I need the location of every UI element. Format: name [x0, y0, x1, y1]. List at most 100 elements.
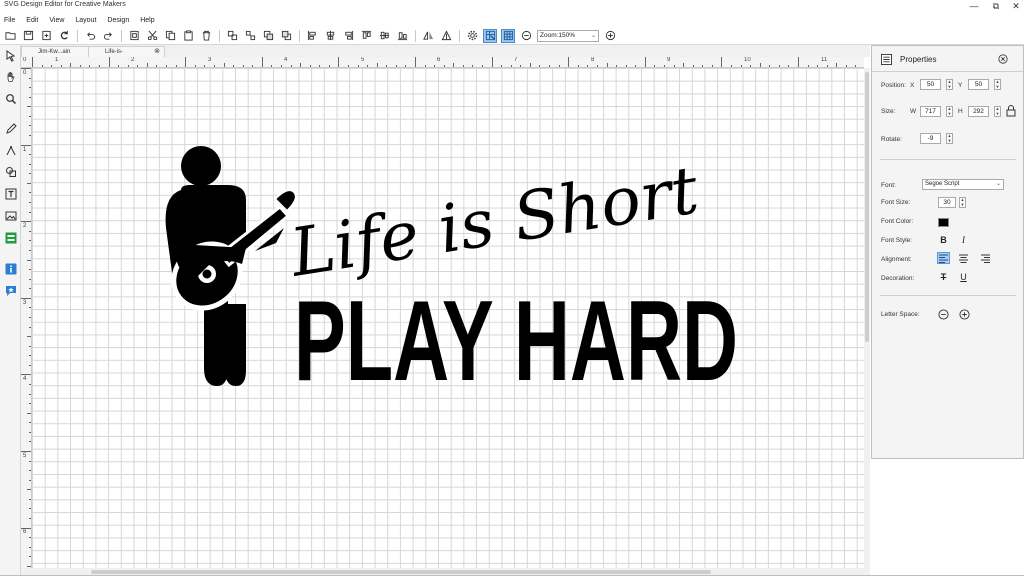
x-label: X: [910, 82, 915, 89]
document-tabs: Jim-Kw...ain ⊗ Life-is- ⊗: [21, 45, 870, 57]
toolbar-separator: [299, 29, 300, 42]
bold-text-line[interactable]: PLAY HARD: [294, 278, 738, 405]
scroll-thumb[interactable]: [865, 72, 869, 342]
font-color-swatch[interactable]: [938, 218, 949, 227]
pan-tool[interactable]: [3, 69, 18, 84]
copy-button[interactable]: [163, 29, 177, 43]
ruler-label: 7: [514, 57, 518, 63]
position-y-input[interactable]: 50: [968, 79, 989, 90]
send-back-button[interactable]: [279, 29, 293, 43]
height-stepper[interactable]: ▲ ▼: [994, 106, 1001, 117]
position-x-input[interactable]: 50: [920, 79, 941, 90]
select-tool[interactable]: [3, 48, 18, 63]
align-center-button[interactable]: [323, 29, 337, 43]
group-button[interactable]: [225, 29, 239, 43]
rotate-input[interactable]: -9: [920, 133, 941, 144]
close-panel-icon[interactable]: [998, 54, 1008, 64]
plus-circle-icon: [605, 30, 615, 41]
guitarist-figure[interactable]: [161, 146, 297, 386]
design-canvas[interactable]: Life is Short PLAY HARD: [32, 68, 864, 568]
position-x-stepper[interactable]: ▲ ▼: [946, 79, 953, 90]
zoom-select[interactable]: Zoom:150% ⌄: [537, 29, 599, 42]
scissors-icon: [147, 30, 157, 41]
open-button[interactable]: [3, 29, 17, 43]
paste-button[interactable]: [181, 29, 195, 43]
toolbar-separator: [77, 29, 78, 42]
menu-help[interactable]: Help: [140, 17, 154, 24]
folder-icon: [4, 32, 16, 40]
ruler-label: 2: [23, 223, 27, 229]
align-middle-button[interactable]: [377, 29, 391, 43]
bold-button[interactable]: B: [937, 234, 950, 246]
strikethrough-button[interactable]: T: [937, 271, 950, 283]
show-grid-button[interactable]: [501, 28, 515, 43]
zoom-in-button[interactable]: [603, 29, 617, 43]
align-left-button[interactable]: [305, 29, 319, 43]
feedback-tool[interactable]: [3, 283, 18, 298]
lock-icon[interactable]: [1006, 105, 1016, 117]
pencil-tool[interactable]: [3, 121, 18, 136]
scroll-thumb[interactable]: [91, 570, 711, 574]
height-input[interactable]: 292: [968, 106, 989, 117]
zoom-value: Zoom:150%: [540, 31, 576, 39]
chevron-down-icon: ⌄: [995, 181, 1001, 187]
settings-button[interactable]: [465, 29, 479, 43]
group-icon: [227, 30, 237, 41]
toolbar-separator: [121, 29, 122, 42]
flip-vertical-button[interactable]: [439, 29, 453, 43]
font-select[interactable]: Segoe Script ⌄: [922, 179, 1004, 190]
y-label: Y: [958, 82, 963, 89]
align-right-button[interactable]: [341, 29, 355, 43]
rotate-stepper[interactable]: ▲ ▼: [946, 133, 953, 144]
ungroup-button[interactable]: [243, 29, 257, 43]
menu-file[interactable]: File: [4, 17, 15, 24]
delete-button[interactable]: [199, 29, 213, 43]
export-button[interactable]: [39, 29, 53, 43]
zoom-tool[interactable]: [3, 91, 18, 106]
bring-front-button[interactable]: [261, 29, 275, 43]
snap-to-grid-button[interactable]: [483, 28, 497, 43]
title-bar: SVG Design Editor for Creative Makers — …: [0, 0, 1024, 13]
underline-button[interactable]: U: [957, 271, 970, 283]
align-top-button[interactable]: [359, 29, 373, 43]
position-y-stepper[interactable]: ▲ ▼: [994, 79, 1001, 90]
text-tool[interactable]: [3, 186, 18, 201]
italic-button[interactable]: I: [957, 234, 970, 246]
minimize-button[interactable]: —: [964, 0, 984, 12]
ruler-label: 6: [23, 529, 27, 535]
restore-button[interactable]: ⧉: [986, 0, 1006, 12]
vertical-scrollbar[interactable]: [864, 68, 870, 568]
close-window-button[interactable]: ✕: [1006, 0, 1024, 12]
layers-tool[interactable]: [3, 230, 18, 245]
save-button[interactable]: [21, 29, 35, 43]
menu-design[interactable]: Design: [107, 17, 129, 24]
width-input[interactable]: 717: [920, 106, 941, 117]
font-size-input[interactable]: 30: [938, 197, 956, 208]
menu-view[interactable]: View: [49, 17, 64, 24]
width-stepper[interactable]: ▲ ▼: [946, 106, 953, 117]
font-size-stepper[interactable]: ▲ ▼: [959, 197, 966, 208]
info-tool[interactable]: [3, 261, 18, 276]
undo-button[interactable]: [83, 29, 97, 43]
new-layer-button[interactable]: [127, 29, 141, 43]
image-tool[interactable]: [3, 208, 18, 223]
panel-divider: [880, 159, 1016, 160]
flip-horizontal-button[interactable]: [421, 29, 435, 43]
tab-life-is[interactable]: Life-is- ⊗: [88, 46, 165, 57]
align-bottom-button[interactable]: [395, 29, 409, 43]
zoom-out-button[interactable]: [519, 29, 533, 43]
align-text-center-button[interactable]: [957, 252, 970, 264]
close-tab-icon[interactable]: ⊗: [154, 47, 160, 57]
letter-space-increase-icon[interactable]: [959, 309, 970, 320]
align-text-right-button[interactable]: [979, 252, 992, 264]
menu-layout[interactable]: Layout: [75, 17, 96, 24]
align-text-left-button[interactable]: [937, 252, 950, 264]
redo-button[interactable]: [101, 29, 115, 43]
pen-tool[interactable]: [3, 143, 18, 158]
script-text-line[interactable]: Life is Short: [284, 151, 703, 292]
cut-button[interactable]: [145, 29, 159, 43]
menu-edit[interactable]: Edit: [26, 17, 38, 24]
shape-tool[interactable]: [3, 164, 18, 179]
refresh-button[interactable]: [57, 29, 71, 43]
letter-space-decrease-icon[interactable]: [938, 309, 949, 320]
